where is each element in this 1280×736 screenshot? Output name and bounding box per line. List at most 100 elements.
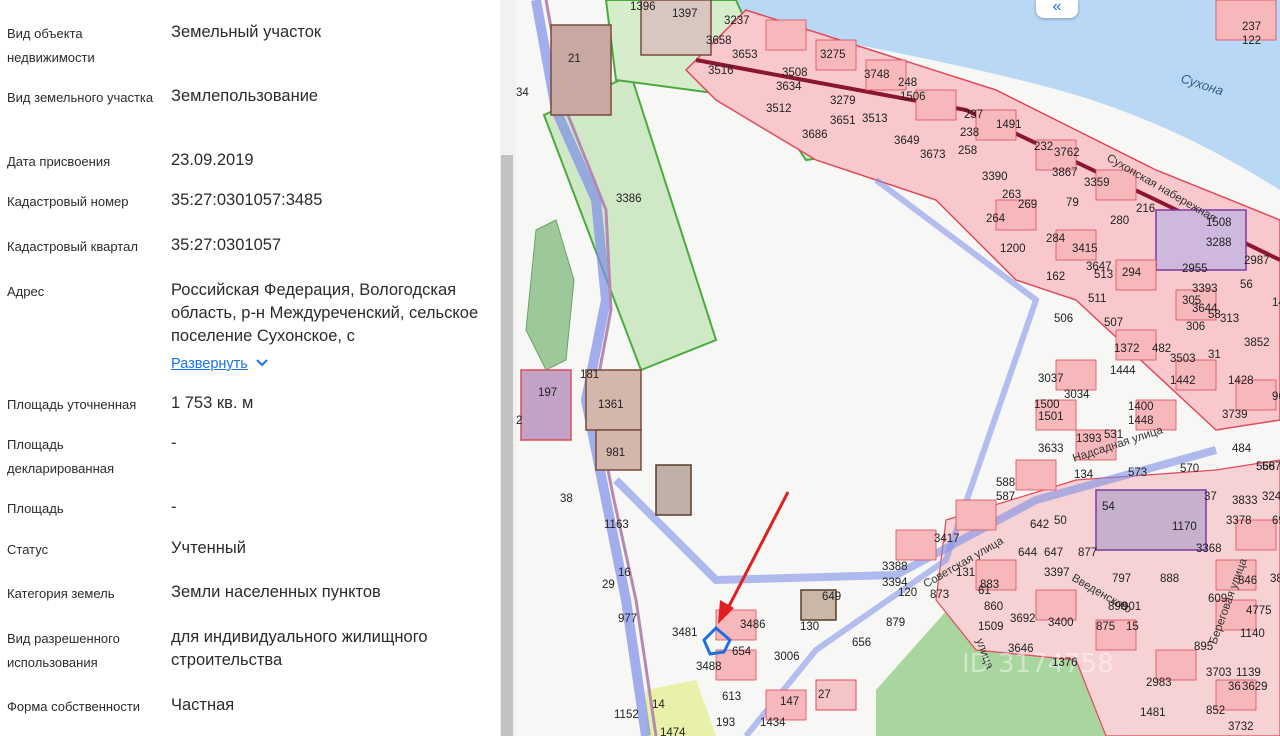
- detail-row: Адрес Российская Федерация, Вологодская …: [0, 280, 500, 380]
- parcel-number-label: 56: [1240, 279, 1253, 291]
- detail-label: Категория земель: [7, 586, 115, 601]
- parcel-number-label: 1170: [1172, 521, 1197, 533]
- parcel-number-label: 1152: [614, 709, 639, 721]
- parcel-number-label: 3486: [740, 619, 766, 631]
- parcel-number-label: 3732: [1228, 721, 1254, 733]
- parcel-number-label: 3852: [1244, 337, 1270, 349]
- parcel-number-label: 3653: [732, 49, 758, 61]
- parcel-number-label: 162: [1046, 271, 1065, 283]
- parcel-number-label: 216: [1136, 203, 1155, 215]
- parcel-number-label: 3634: [776, 81, 802, 93]
- parcel-number-label: 1442: [1170, 375, 1196, 387]
- forest-area: [525, 219, 575, 371]
- parcel-number-label: 654: [732, 646, 752, 658]
- cadastral-quarter: 35:27:0301057: [171, 236, 282, 254]
- parcel-number-label: 1361: [598, 399, 624, 411]
- cadastral-map[interactable]: Сухона Советская улица Сухонская набереж…: [516, 0, 1280, 736]
- parcel-number-label: 193: [716, 717, 735, 729]
- parcel-number-label: 131: [956, 567, 975, 579]
- parcel-number-label: 570: [1180, 463, 1199, 475]
- parcel-1508: [1155, 209, 1247, 271]
- parcel-number-label: 1393: [1076, 433, 1102, 445]
- parcel-number-label: 50: [1054, 515, 1067, 527]
- parcel-number-label: 507: [1104, 317, 1123, 329]
- parcel-number-label: 1139: [1236, 667, 1261, 679]
- parcel-number-label: 3378: [1226, 515, 1252, 527]
- detail-row: Площадь уточненная 1 753 кв. м: [0, 393, 500, 417]
- detail-label: Вид объекта недвижимости: [7, 26, 95, 65]
- parcel-number-label: 130: [800, 621, 819, 633]
- parcel-number-label: 1508: [1206, 217, 1232, 229]
- parcel-group-nw: [655, 464, 692, 516]
- parcel-number-label: 2: [516, 415, 522, 427]
- parcel-number-label: 895: [1194, 641, 1213, 653]
- parcel-number-label: 313: [1220, 313, 1239, 325]
- parcel-number-label: 306: [1186, 321, 1205, 333]
- parcel-number-label: 3006: [774, 651, 800, 663]
- parcel-number-label: 31: [1208, 349, 1221, 361]
- parcel-number-label: 232: [1034, 141, 1053, 153]
- parcel-number-label: 3386: [616, 193, 642, 205]
- parcel-number-label: 3393: [1192, 283, 1218, 295]
- parcel-number-label: 1474: [660, 727, 686, 736]
- detail-value: Частная: [171, 696, 235, 714]
- parcel-number-label: 3748: [864, 69, 890, 81]
- parcel-number-label: 1376: [1052, 657, 1078, 669]
- parcel-number-label: 506: [1054, 313, 1073, 325]
- parcel-number-label: 237: [964, 109, 983, 121]
- parcel-number-label: 3275: [820, 49, 846, 61]
- parcel-number-label: 609: [1208, 593, 1227, 605]
- double-chevron-left-icon[interactable]: «: [1053, 0, 1062, 15]
- parcel-number-label: 264: [986, 213, 1006, 225]
- parcel-number-label: 122: [1242, 35, 1261, 47]
- parcel-number-label: 3390: [982, 171, 1008, 183]
- detail-row: Площадь декларированная -: [0, 433, 500, 481]
- parcel-number-label: 3417: [934, 533, 960, 545]
- parcel-number-label: 531: [1104, 429, 1123, 441]
- detail-label: Вид земельного участка: [7, 90, 154, 105]
- parcel-number-label: 3658: [706, 35, 732, 47]
- detail-label: Форма собственности: [7, 699, 141, 714]
- cadastral-number: 35:27:0301057:3485: [171, 191, 323, 209]
- detail-value: 23.09.2019: [171, 151, 254, 169]
- parcel-number-label: 2987: [1244, 255, 1270, 267]
- detail-label: Дата присвоения: [7, 154, 111, 169]
- scrollbar-thumb[interactable]: [501, 155, 513, 736]
- parcel-number-label: 1396: [630, 1, 656, 13]
- detail-row: Площадь -: [0, 497, 500, 521]
- parcel-number-label: 294: [1122, 267, 1142, 279]
- expand-label[interactable]: Развернуть: [171, 356, 248, 372]
- parcel-number-label: 3633: [1038, 443, 1064, 455]
- parcel-number-label: 2983: [1146, 677, 1172, 689]
- parcel-number-label: 3649: [894, 135, 920, 147]
- parcel-number-label: 14: [652, 699, 665, 711]
- parcel-number-label: 1434: [760, 717, 786, 729]
- parcel-number-label: 613: [722, 691, 741, 703]
- parcel-number-label: 3837: [1270, 573, 1280, 585]
- parcel-number-label: 482: [1152, 343, 1171, 355]
- expand-address-link[interactable]: Развернуть: [171, 352, 268, 375]
- parcel-number-label: 1500: [1034, 399, 1060, 411]
- chevron-down-icon[interactable]: [256, 352, 268, 374]
- parcel-number-label: 3279: [830, 95, 856, 107]
- parcel-number-label: 3288: [1206, 237, 1232, 249]
- parcel-number-label: 573: [1128, 467, 1147, 479]
- parcel-number-label: 238: [960, 127, 979, 139]
- parcel-number-label: 3237: [724, 15, 750, 27]
- detail-row: Категория земель Земли населенных пункто…: [0, 582, 500, 606]
- parcel-number-label: 1506: [900, 91, 926, 103]
- parcel-number-label: 3867: [1052, 167, 1078, 179]
- map-canvas[interactable]: Сухона Советская улица Сухонская набереж…: [516, 0, 1280, 736]
- parcel-number-label: 588: [996, 477, 1015, 489]
- parcel-number-label: 3703: [1206, 667, 1232, 679]
- detail-value: для индивидуального жилищного строительс…: [171, 628, 428, 669]
- collapse-panel-button[interactable]: «: [1036, 0, 1078, 18]
- parcel-number-label: 3359: [1084, 177, 1110, 189]
- arrow-pointer-icon: [718, 491, 790, 624]
- parcel-number-label: 54: [1102, 501, 1115, 513]
- detail-label: Кадастровый номер: [7, 194, 129, 209]
- parcel-number-label: 1397: [672, 8, 698, 20]
- detail-value: -: [171, 434, 177, 452]
- parcel-number-label: 16: [618, 567, 631, 579]
- parcel-number-label: 1400: [1128, 401, 1154, 413]
